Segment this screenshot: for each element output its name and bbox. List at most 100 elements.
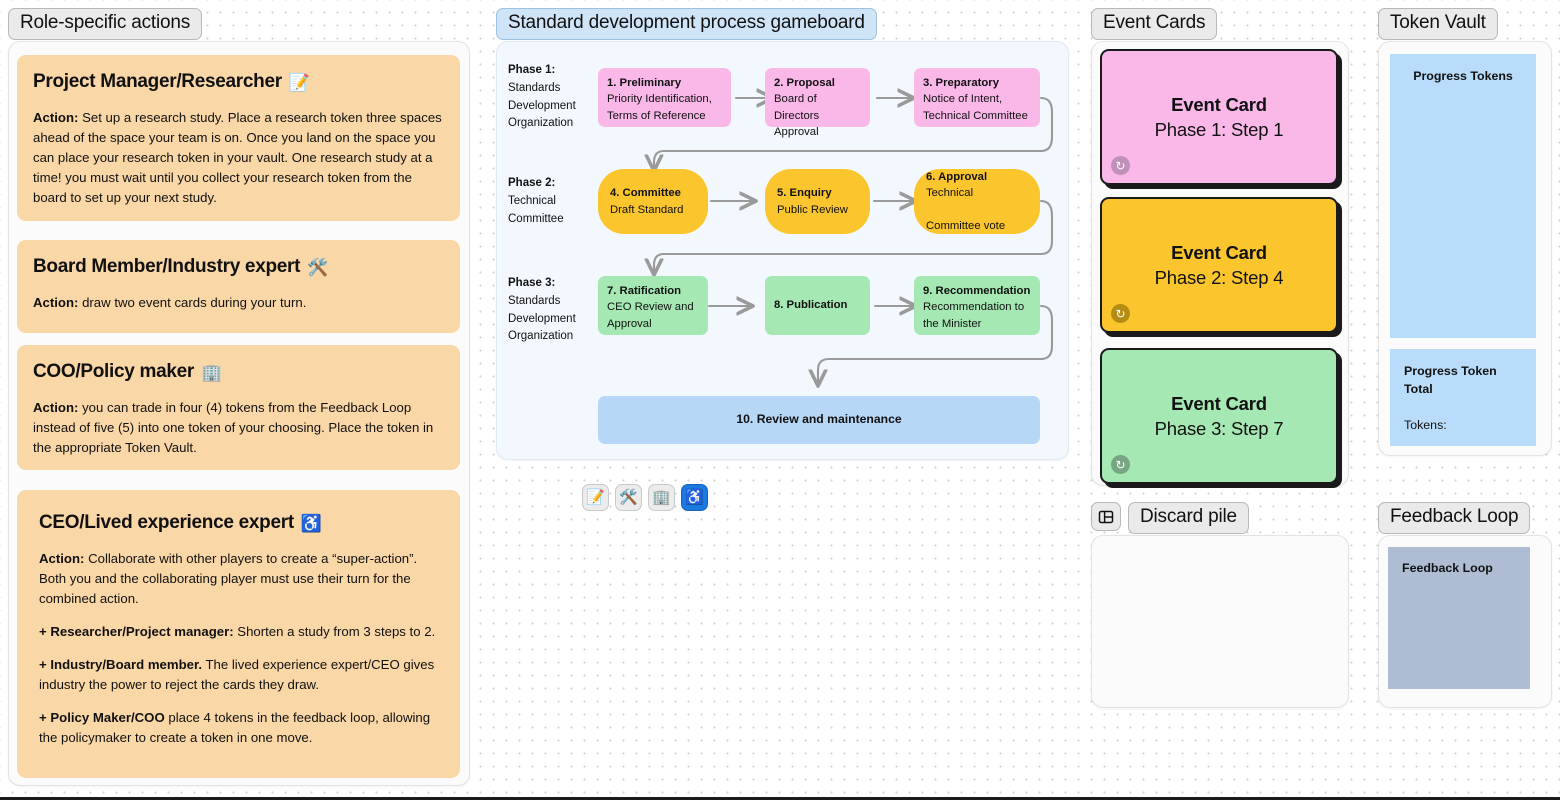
step-line: Draft Standard (610, 203, 684, 216)
role-paragraph: Action: draw two event cards during your… (33, 293, 444, 313)
event-card-1[interactable]: Event Card Phase 1: Step 1 ↻ (1100, 49, 1338, 185)
role-body: Action: Collaborate with other players t… (39, 549, 438, 749)
step-box-3[interactable]: 3. Preparatory Notice of Intent, Technic… (914, 68, 1040, 127)
event-card-subtitle: Phase 1: Step 1 (1154, 118, 1284, 140)
discard-pile-frame[interactable] (1091, 535, 1349, 708)
role-paragraph-lead: Action: (33, 295, 79, 310)
role-paragraph: + Industry/Board member. The lived exper… (39, 655, 438, 695)
step-line: Technical Committee (923, 109, 1028, 122)
event-card-subtitle: Phase 2: Step 4 (1154, 266, 1284, 288)
progress-tokens-label: Progress Tokens (1413, 69, 1513, 83)
role-paragraph: + Researcher/Project manager: Shorten a … (39, 622, 438, 642)
role-paragraph-lead: + Industry/Board member. (39, 657, 203, 673)
step-line: Terms of Reference (607, 109, 706, 122)
step-head: 3. Preparatory (923, 77, 999, 89)
step-box-8[interactable]: 8. Publication (765, 276, 870, 335)
phase-org-line: Standards (508, 81, 561, 94)
memo-icon: 📝 (586, 489, 605, 506)
step-line: Approval (774, 126, 819, 139)
role-paragraph: + Policy Maker/COO place 4 tokens in the… (39, 708, 438, 748)
role-paragraph-text: you can trade in four (4) tokens from th… (33, 400, 434, 456)
feedback-loop-box[interactable]: Feedback Loop (1388, 547, 1530, 689)
role-title: COO/Policy maker 🏢 (33, 361, 444, 383)
feedback-loop-panel-label[interactable]: Feedback Loop (1378, 502, 1531, 534)
hammer-and-wrench-token[interactable]: 🛠️ (615, 484, 642, 511)
step-line: Public Review (777, 203, 848, 216)
progress-token-total-box[interactable]: Progress Token Total Tokens: (1390, 349, 1536, 446)
event-card-title: Event Card (1171, 93, 1267, 115)
step-head: 6. Approval (926, 170, 988, 183)
player-token-strip: 📝 🛠️ 🏢 ♿ (582, 484, 708, 511)
role-card-project-manager[interactable]: Project Manager/Researcher 📝 Action: Set… (17, 55, 460, 221)
event-card-subtitle: Phase 3: Step 7 (1154, 417, 1284, 439)
roles-panel-label[interactable]: Role-specific actions (8, 8, 203, 40)
phase-org-line: Organization (508, 117, 574, 130)
step-head: 4. Committee (610, 187, 681, 200)
step-box-2[interactable]: 2. Proposal Board of Directors Approval (765, 68, 870, 138)
role-paragraph: Action: Collaborate with other players t… (39, 549, 438, 609)
accessibility-icon: ♿ (685, 489, 704, 506)
accessibility-token[interactable]: ♿ (681, 484, 708, 511)
step-head: 5. Enquiry (777, 187, 832, 200)
role-title-text: Board Member/Industry expert (33, 256, 301, 277)
role-paragraph: Action: you can trade in four (4) tokens… (33, 398, 444, 458)
step-box-7[interactable]: 7. Ratification CEO Review and Approval (598, 276, 708, 335)
role-body: Action: you can trade in four (4) tokens… (33, 398, 444, 458)
role-paragraph-text: Set up a research study. Place a researc… (33, 110, 442, 206)
step-head: 8. Publication (774, 299, 848, 312)
accessibility-icon: ♿ (300, 513, 322, 533)
progress-tokens-box[interactable]: Progress Tokens (1390, 54, 1536, 338)
step-box-5[interactable]: 5. Enquiry Public Review (765, 169, 870, 234)
token-vault-panel-label[interactable]: Token Vault (1378, 8, 1498, 40)
progress-token-total-sub: Tokens: (1404, 417, 1447, 432)
step-box-9[interactable]: 9. Recommendation Recommendation to the … (914, 276, 1040, 335)
discard-pile-label[interactable]: Discard pile (1128, 502, 1249, 534)
step-box-6[interactable]: 6. Approval Technical Committee vote (914, 169, 1040, 234)
role-title: Project Manager/Researcher 📝 (33, 71, 444, 93)
role-paragraph: Action: Set up a research study. Place a… (33, 108, 444, 208)
phase-name: Phase 1: (508, 64, 556, 76)
role-body: Action: Set up a research study. Place a… (33, 108, 444, 208)
refresh-icon[interactable]: ↻ (1111, 455, 1130, 474)
role-paragraph-text: draw two event cards during your turn. (78, 295, 307, 310)
step-head: 7. Ratification (607, 285, 682, 297)
memo-token[interactable]: 📝 (582, 484, 609, 511)
step-line: CEO Review and (607, 301, 694, 314)
refresh-icon[interactable]: ↻ (1111, 156, 1130, 175)
phase-org-line: Standards (508, 294, 561, 307)
step-line: Technical (926, 187, 974, 200)
role-card-coo-policy-maker[interactable]: COO/Policy maker 🏢 Action: you can trade… (17, 345, 460, 470)
role-paragraph-lead: + Researcher/Project manager: (39, 624, 234, 640)
phase-label-2: Phase 2: Technical Committee (508, 175, 564, 228)
role-body: Action: draw two event cards during your… (33, 293, 444, 313)
step-line: Notice of Intent, (923, 93, 1003, 106)
gameboard-panel-label[interactable]: Standard development process gameboard (496, 8, 877, 40)
role-paragraph-lead: Action: (33, 110, 79, 125)
refresh-icon[interactable]: ↻ (1111, 304, 1130, 323)
role-paragraph-text: Shorten a study from 3 steps to 2. (233, 624, 436, 640)
hammer-and-wrench-icon: 🛠️ (619, 489, 638, 506)
phase-name: Phase 3: (508, 277, 556, 289)
phase-org-line: Committee (508, 212, 564, 225)
step-line: Approval (607, 317, 652, 330)
role-card-board-member[interactable]: Board Member/Industry expert 🛠️ Action: … (17, 240, 460, 333)
step-box-10[interactable]: 10. Review and maintenance (598, 396, 1040, 444)
office-building-icon: 🏢 (201, 362, 222, 382)
event-cards-panel-label[interactable]: Event Cards (1091, 8, 1218, 40)
step-head: 9. Recommendation (923, 285, 1031, 297)
office-building-token[interactable]: 🏢 (648, 484, 675, 511)
event-card-2[interactable]: Event Card Phase 2: Step 4 ↻ (1100, 197, 1338, 333)
step-box-1[interactable]: 1. Preliminary Priority Identification, … (598, 68, 731, 127)
phase-org-line: Development (508, 312, 576, 325)
step-head: 2. Proposal (774, 77, 835, 89)
role-title: Board Member/Industry expert 🛠️ (33, 256, 444, 278)
phase-org-line: Technical (508, 194, 556, 207)
step-box-4[interactable]: 4. Committee Draft Standard (598, 169, 708, 234)
role-card-ceo-lived-experience[interactable]: CEO/Lived experience expert ♿ Action: Co… (17, 490, 460, 778)
role-paragraph-lead: Action: (33, 400, 79, 415)
hammer-and-wrench-icon: 🛠️ (307, 257, 329, 277)
progress-token-total-title: Progress Token Total (1404, 364, 1497, 396)
step-line: Priority Identification, (607, 93, 712, 106)
event-card-3[interactable]: Event Card Phase 3: Step 7 ↻ (1100, 348, 1338, 484)
layout-frame-icon-button[interactable] (1091, 502, 1121, 531)
